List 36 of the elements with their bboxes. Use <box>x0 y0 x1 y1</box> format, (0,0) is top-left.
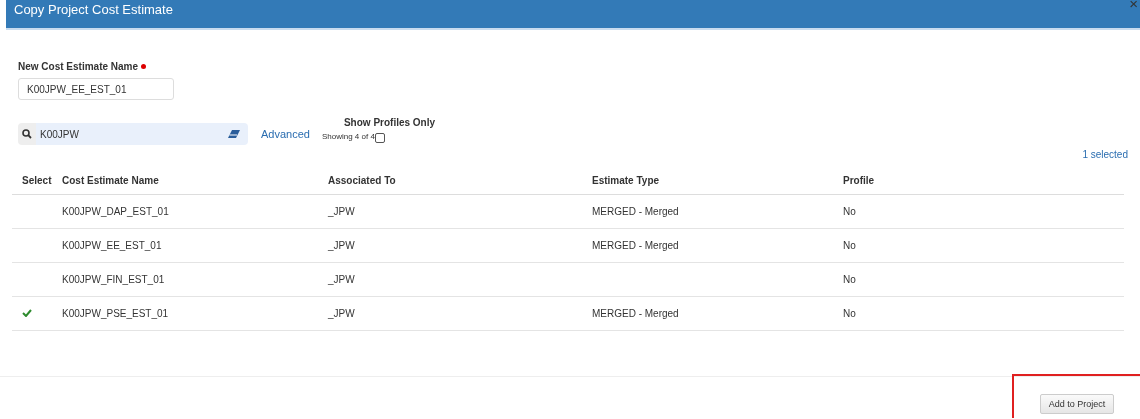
search-field[interactable]: K00JPW <box>36 123 248 145</box>
table-cell-text: K00JPW_FIN_EST_01 <box>62 274 166 285</box>
table-row[interactable]: K00JPW_DAP_EST_01 _JPW MERGED - Merged No <box>12 195 1124 229</box>
table-cell-text: _JPW <box>328 240 356 251</box>
table-row[interactable]: K00JPW_EE_EST_01 _JPW MERGED - Merged No <box>12 229 1124 263</box>
add-to-project-button[interactable]: Add to Project <box>1039 394 1115 414</box>
advanced-link[interactable]: Advanced <box>261 128 310 140</box>
table-cell-text: No <box>843 206 857 217</box>
table-cell-text: _JPW <box>328 206 356 217</box>
table-cell: MERGED - Merged <box>592 206 679 217</box>
table-row[interactable]: K00JPW_PSE_EST_01 _JPW MERGED - Merged No <box>12 297 1124 331</box>
column-header: Estimate Type <box>592 174 661 186</box>
result-count: Showing 4 of 4 <box>321 132 375 141</box>
eraser-icon[interactable] <box>228 130 240 138</box>
table-cell-text: No <box>843 240 857 251</box>
table-row[interactable]: K00JPW_FIN_EST_01 _JPW No <box>12 263 1124 297</box>
input-field[interactable]: K00JPW_EE_EST_01 <box>18 78 174 100</box>
table-cell-text: No <box>843 274 857 285</box>
column-header: Cost Estimate Name <box>62 174 160 186</box>
table-cell: MERGED - Merged <box>592 240 679 251</box>
table-cell-text: _JPW <box>328 308 356 319</box>
checkbox-label: Show Profiles Only <box>343 117 436 128</box>
table-cell: MERGED - Merged <box>592 308 679 319</box>
table-cell-text: K00JPW_PSE_EST_01 <box>62 308 170 319</box>
table-cell-text: _JPW <box>328 274 356 285</box>
window-title: Copy Project Cost Estimate <box>14 1 173 17</box>
search-icon <box>18 123 36 145</box>
column-header: Associated To <box>328 174 397 186</box>
field-label: New Cost Estimate Name <box>18 61 139 72</box>
table-cell-text: No <box>843 308 857 319</box>
selected-count: 1 selected <box>1082 149 1128 160</box>
table-cell-text: K00JPW_EE_EST_01 <box>62 240 163 251</box>
table-cell-text: K00JPW_DAP_EST_01 <box>62 206 170 217</box>
column-header: Profile <box>843 174 876 186</box>
checkbox[interactable] <box>374 133 385 143</box>
column-header: Select <box>21 174 53 186</box>
